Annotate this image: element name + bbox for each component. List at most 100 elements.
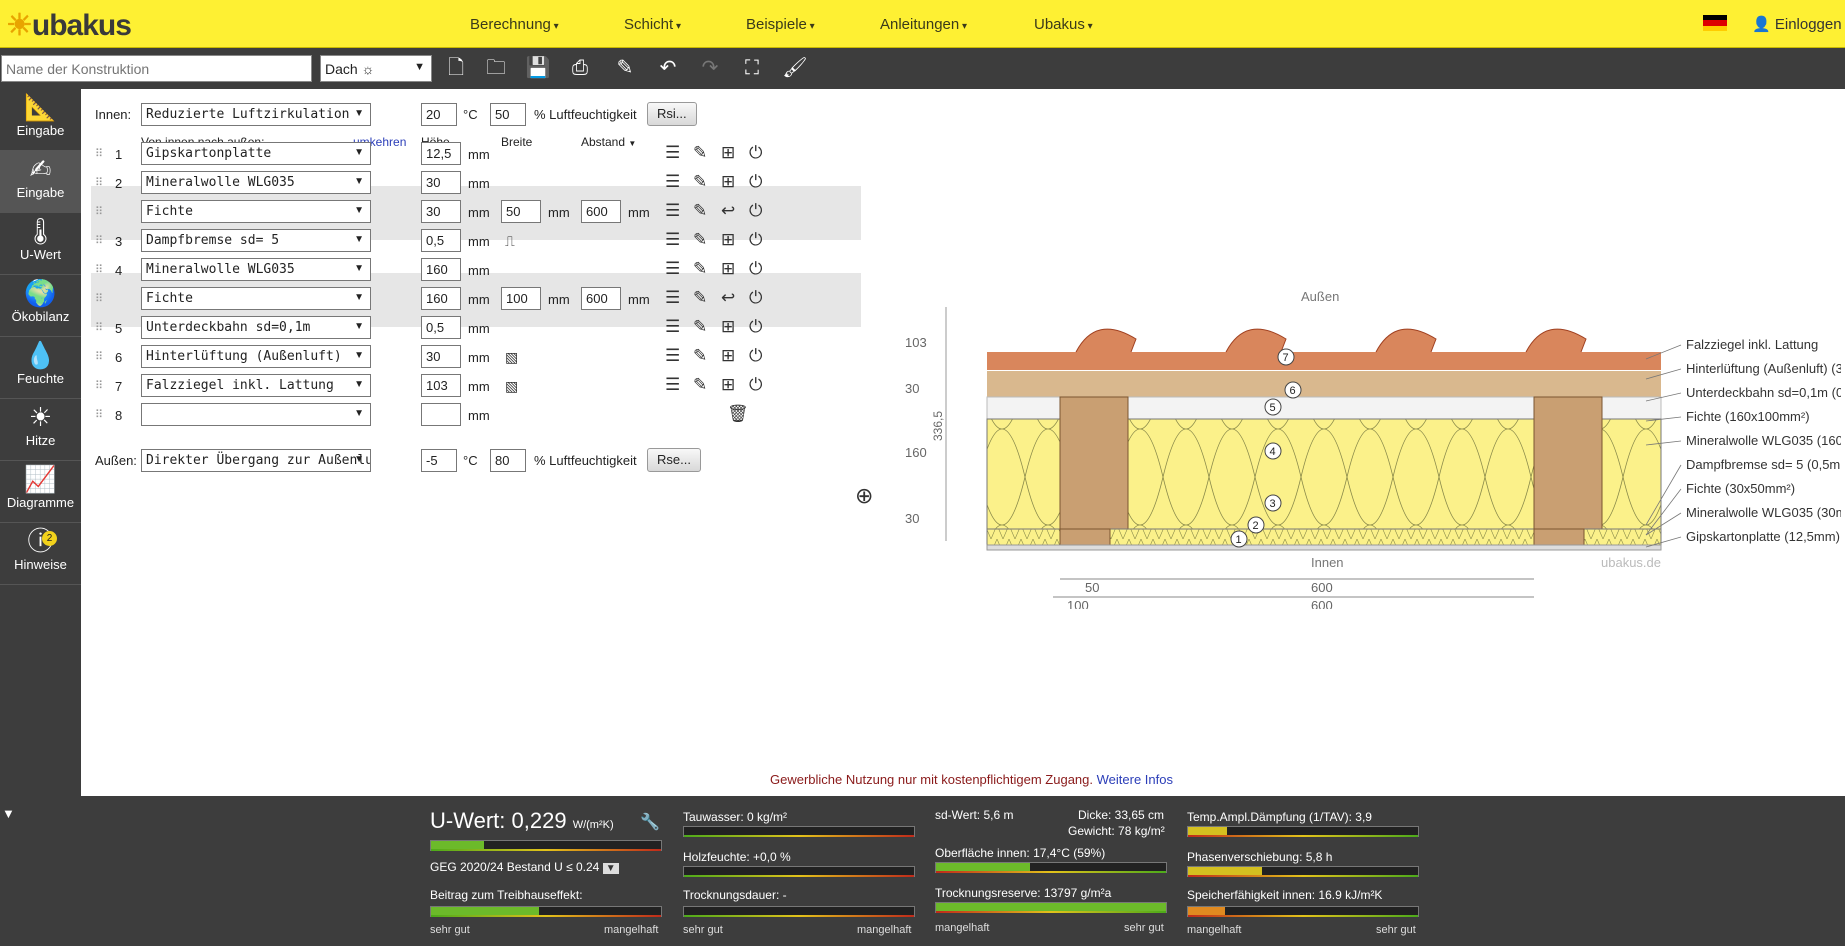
trash-icon[interactable]: 🗑 (727, 404, 749, 424)
layer-height-input[interactable]: 0,5 (421, 316, 461, 339)
sidebar-item-oekobilanz[interactable]: 🌍 Ökobilanz (0, 275, 81, 337)
power-icon[interactable]: ⏻ (749, 317, 762, 337)
edit-icon[interactable]: ✎ (693, 143, 707, 163)
power-icon[interactable]: ⏻ (749, 375, 762, 395)
layer-height-input[interactable]: 30 (421, 345, 461, 368)
power-icon[interactable]: ⏻ (749, 346, 762, 366)
layer-material-select[interactable]: Dampfbremse sd= 5 ▼ (141, 229, 371, 252)
drag-handle-icon[interactable]: ⠿ (95, 379, 103, 392)
wrench-icon[interactable]: 🔧 (640, 812, 660, 832)
sidebar-item-feuchte[interactable]: 💧 Feuchte (0, 337, 81, 399)
layer-height-input[interactable]: 103 (421, 374, 461, 397)
drag-handle-icon[interactable]: ⠿ (95, 176, 103, 189)
layer-material-select[interactable]: Fichte ▼ (141, 287, 371, 310)
drag-handle-icon[interactable]: ⠿ (95, 147, 103, 160)
sidebar-item-hitze[interactable]: ☀ Hitze (0, 399, 81, 461)
open-folder-icon[interactable]: 🗀 (483, 56, 509, 80)
layer-spacing-input[interactable]: 600 (581, 287, 621, 310)
menu-icon[interactable]: ☰ (665, 201, 680, 221)
layer-material-select[interactable]: Fichte ▼ (141, 200, 371, 223)
redo-icon[interactable]: ↷ (697, 56, 723, 80)
rsi-button[interactable]: Rsi... (647, 102, 697, 126)
drag-handle-icon[interactable]: ⠿ (95, 234, 103, 247)
layer-material-select[interactable]: Falzziegel inkl. Lattung ▼ (141, 374, 371, 397)
menu-icon[interactable]: ☰ (665, 172, 680, 192)
layer-height-input[interactable]: 12,5 (421, 142, 461, 165)
nav-anleitungen[interactable]: Anleitungen (880, 16, 967, 33)
menu-icon[interactable]: ☰ (665, 375, 680, 395)
drag-handle-icon[interactable]: ⠿ (95, 292, 103, 305)
edit-icon[interactable]: ✎ (693, 317, 707, 337)
power-icon[interactable]: ⏻ (749, 288, 762, 308)
layer-height-input[interactable]: 30 (421, 171, 461, 194)
drag-handle-icon[interactable]: ⠿ (95, 205, 103, 218)
inside-humidity-input[interactable]: 50 (490, 103, 526, 126)
layer-height-input[interactable]: 160 (421, 258, 461, 281)
outside-humidity-input[interactable]: 80 (490, 449, 526, 472)
spacing-header[interactable]: Abstand ▼ (581, 135, 636, 149)
add-sublayer-icon[interactable]: ⊞ (721, 259, 735, 279)
construction-name-input[interactable] (1, 55, 312, 82)
ventilation-icon[interactable]: ▧ (505, 347, 518, 367)
brush-icon[interactable]: 🖌 (782, 56, 808, 80)
drag-handle-icon[interactable]: ⠿ (95, 350, 103, 363)
edit-icon[interactable]: ✎ (693, 172, 707, 192)
add-sublayer-icon[interactable]: ⊞ (721, 143, 735, 163)
edit-layers-icon[interactable]: ✎ (612, 56, 638, 80)
drag-handle-icon[interactable]: ⠿ (95, 321, 103, 334)
menu-icon[interactable]: ☰ (665, 346, 680, 366)
nav-ubakus[interactable]: Ubakus (1034, 16, 1093, 33)
sidebar-item-eingabe-2[interactable]: ✍ Eingabe (0, 151, 81, 213)
german-flag-icon[interactable] (1703, 15, 1727, 31)
menu-icon[interactable]: ☰ (665, 143, 680, 163)
drag-handle-icon[interactable]: ⠿ (95, 408, 103, 421)
nav-schicht[interactable]: Schicht (624, 16, 681, 33)
inside-condition-select[interactable]: Reduzierte Luftzirkulation ▼ (141, 103, 371, 126)
edit-icon[interactable]: ✎ (693, 201, 707, 221)
power-icon[interactable]: ⏻ (749, 230, 762, 250)
layer-height-input[interactable]: 30 (421, 200, 461, 223)
edit-icon[interactable]: ✎ (693, 375, 707, 395)
ventilation-icon[interactable]: ▧ (505, 376, 518, 396)
nav-berechnung[interactable]: Berechnung (470, 16, 559, 33)
layer-spacing-input[interactable]: 600 (581, 200, 621, 223)
edit-icon[interactable]: ✎ (693, 259, 707, 279)
add-sublayer-icon[interactable]: ⊞ (721, 375, 735, 395)
inside-temp-input[interactable]: 20 (421, 103, 457, 126)
add-sublayer-icon[interactable]: ⊞ (721, 230, 735, 250)
return-icon[interactable]: ↩ (721, 288, 735, 308)
layer-material-select[interactable]: Hinterlüftung (Außenluft) ▼ (141, 345, 371, 368)
outside-condition-select[interactable]: Direkter Übergang zur Außenluft ▼ (141, 449, 371, 472)
login-link[interactable]: 👤 Einloggen (1752, 15, 1842, 33)
power-icon[interactable]: ⏻ (749, 201, 762, 221)
drag-handle-icon[interactable]: ⠿ (95, 263, 103, 276)
layer-material-select[interactable]: Unterdeckbahn sd=0,1m ▼ (141, 316, 371, 339)
new-file-icon[interactable]: 🗋 (443, 56, 469, 80)
sidebar-item-diagramme[interactable]: 📈 Diagramme (0, 461, 81, 523)
edit-icon[interactable]: ✎ (693, 346, 707, 366)
outside-temp-input[interactable]: -5 (421, 449, 457, 472)
pdf-icon[interactable]: ⎙ (567, 56, 593, 80)
fit-screen-icon[interactable]: ⛶ (739, 56, 765, 80)
edit-icon[interactable]: ✎ (693, 288, 707, 308)
layer-material-select[interactable]: Mineralwolle WLG035 ▼ (141, 171, 371, 194)
sidebar-item-eingabe-1[interactable]: 📐 Eingabe (0, 89, 81, 151)
layer-width-input[interactable]: 100 (501, 287, 541, 310)
power-icon[interactable]: ⏻ (749, 172, 762, 192)
layer-width-input[interactable]: 50 (501, 200, 541, 223)
layer-material-select[interactable]: ▼ (141, 403, 371, 426)
layer-material-select[interactable]: Gipskartonplatte ▼ (141, 142, 371, 165)
sidebar-item-uwert[interactable]: 🌡 U-Wert (0, 213, 81, 275)
layer-height-input[interactable]: 160 (421, 287, 461, 310)
power-icon[interactable]: ⏻ (749, 143, 762, 163)
ubakus-logo[interactable]: ☀ubakus (6, 8, 132, 43)
menu-icon[interactable]: ☰ (665, 288, 680, 308)
power-icon[interactable]: ⏻ (749, 259, 762, 279)
undo-icon[interactable]: ↶ (655, 56, 681, 80)
layer-height-input[interactable] (421, 403, 461, 426)
construction-type-select[interactable]: Dach ☼ ▼ (320, 55, 432, 82)
add-sublayer-icon[interactable]: ⊞ (721, 317, 735, 337)
add-sublayer-icon[interactable]: ⊞ (721, 346, 735, 366)
geg-requirement[interactable]: GEG 2020/24 Bestand U ≤ 0.24 ▼ (430, 860, 619, 874)
edit-icon[interactable]: ✎ (693, 230, 707, 250)
